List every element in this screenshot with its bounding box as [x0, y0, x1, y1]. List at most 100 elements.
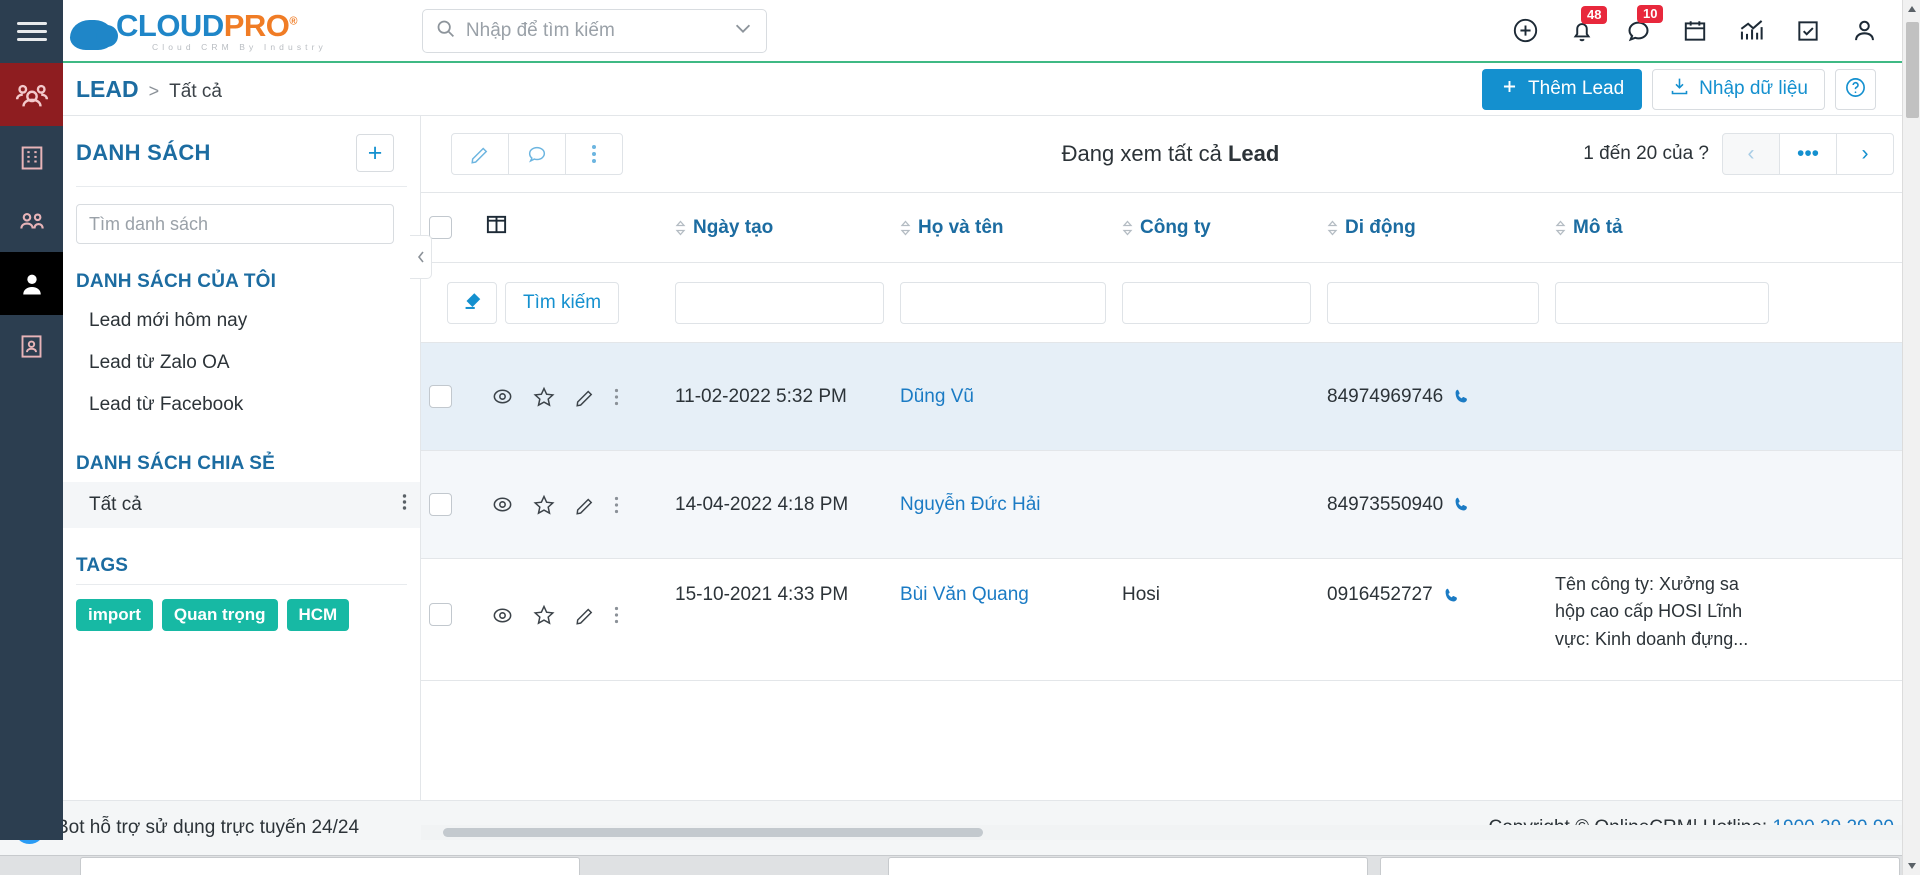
crm-application: CLOUDPRO® Cloud CRM By Industry Nhập để … — [0, 0, 1920, 875]
favorite-star-icon[interactable] — [532, 603, 556, 627]
page-scrollbar[interactable] — [1902, 0, 1920, 875]
menu-toggle-button[interactable] — [0, 0, 63, 63]
pagination-more-button[interactable]: ••• — [1779, 133, 1837, 175]
table-filter-section: Tìm kiếm — [421, 262, 1920, 343]
pagination-next-button[interactable]: › — [1836, 133, 1894, 175]
row-checkbox[interactable] — [429, 385, 452, 408]
tag-import[interactable]: import — [76, 599, 153, 631]
os-taskbar-item[interactable] — [888, 857, 1368, 875]
analytics-icon[interactable] — [1738, 17, 1765, 44]
table-row[interactable]: 15-10-2021 4:33 PM Bùi Văn Quang Hosi 09… — [421, 558, 1920, 681]
rail-item-companies[interactable] — [0, 126, 63, 189]
filter-search-button[interactable]: Tìm kiếm — [505, 281, 620, 324]
lead-name-link[interactable]: Nguyễn Đức Hải — [900, 494, 1041, 515]
edit-row-icon[interactable] — [574, 386, 596, 408]
sidebar-item-all-label: Tất cả — [89, 494, 142, 515]
mobile-number: 0916452727 — [1327, 584, 1433, 605]
chat-icon[interactable]: 10 — [1625, 5, 1664, 44]
sidebar-item-lead-facebook[interactable]: Lead từ Facebook — [63, 384, 420, 426]
select-all-checkbox[interactable] — [429, 216, 452, 239]
cell-date: 11-02-2022 5:32 PM — [667, 342, 892, 451]
os-taskbar-item[interactable] — [1380, 857, 1900, 875]
sort-icon — [1327, 220, 1338, 236]
import-data-button[interactable]: Nhập dữ liệu — [1652, 68, 1825, 110]
list-options-icon[interactable] — [402, 492, 407, 518]
calendar-icon[interactable] — [1682, 18, 1708, 44]
mobile-number: 84973550940 — [1327, 493, 1444, 515]
help-button[interactable] — [1835, 68, 1876, 110]
sidebar-item-lead-today[interactable]: Lead mới hôm nay — [63, 300, 420, 342]
column-header-description[interactable]: Mô tả — [1547, 192, 1777, 263]
os-taskbar-item[interactable] — [80, 857, 580, 875]
view-icon[interactable] — [491, 604, 514, 627]
call-phone-icon[interactable] — [1452, 495, 1471, 514]
row-more-icon[interactable] — [614, 387, 619, 407]
comment-button[interactable] — [508, 133, 566, 175]
favorite-star-icon[interactable] — [532, 493, 556, 517]
bell-icon[interactable]: 48 — [1569, 5, 1608, 44]
breadcrumb-module[interactable]: LEAD — [76, 76, 139, 103]
support-bot-button[interactable]: Bot hỗ trợ sử dụng trực tuyến 24/24 — [14, 812, 359, 844]
column-chooser-icon[interactable] — [485, 215, 508, 241]
main-content: Đang xem tất cả Lead 1 đến 20 của ? ‹ ••… — [421, 116, 1920, 840]
chevron-down-icon[interactable] — [732, 17, 754, 44]
add-lead-button[interactable]: Thêm Lead — [1482, 68, 1643, 110]
tag-quan-trong[interactable]: Quan trọng — [161, 599, 278, 631]
edit-row-icon[interactable] — [574, 604, 596, 626]
task-check-icon[interactable] — [1795, 18, 1821, 44]
rail-item-leads[interactable] — [0, 252, 63, 315]
edit-button[interactable] — [451, 133, 509, 175]
table-row[interactable]: 14-04-2022 4:18 PM Nguyễn Đức Hải 849735… — [421, 450, 1920, 559]
scroll-up-arrow-icon[interactable] — [1903, 0, 1920, 18]
table-horizontal-scrollbar-track[interactable] — [421, 825, 1920, 840]
row-more-icon[interactable] — [614, 495, 619, 515]
rail-item-documents[interactable] — [0, 315, 63, 378]
filter-cell-date — [667, 262, 892, 343]
table-horizontal-scrollbar-thumb[interactable] — [443, 828, 983, 837]
call-phone-icon[interactable] — [1452, 387, 1471, 406]
column-header-description-label: Mô tả — [1573, 216, 1623, 238]
row-checkbox[interactable] — [429, 493, 452, 516]
scroll-down-arrow-icon[interactable] — [1903, 857, 1920, 875]
view-icon[interactable] — [491, 385, 514, 408]
view-icon[interactable] — [491, 493, 514, 516]
rail-item-leads-group[interactable] — [0, 63, 63, 126]
filter-input-date[interactable] — [675, 281, 884, 324]
more-options-button[interactable] — [565, 133, 623, 175]
table-body: 11-02-2022 5:32 PM Dũng Vũ 84974969746 1… — [421, 342, 1920, 681]
call-phone-icon[interactable] — [1442, 586, 1461, 605]
filter-cell-description — [1547, 262, 1777, 343]
global-search-input[interactable]: Nhập để tìm kiếm — [421, 8, 767, 53]
table-row[interactable]: 11-02-2022 5:32 PM Dũng Vũ 84974969746 — [421, 342, 1920, 451]
row-more-icon[interactable] — [614, 605, 619, 625]
sidebar-item-all[interactable]: Tất cả — [63, 482, 420, 528]
app-logo[interactable]: CLOUDPRO® Cloud CRM By Industry — [70, 10, 327, 52]
edit-row-icon[interactable] — [574, 494, 596, 516]
pagination-prev-button[interactable]: ‹ — [1722, 133, 1780, 175]
column-header-mobile[interactable]: Di động — [1319, 192, 1547, 263]
row-actions-cell — [477, 450, 667, 559]
row-checkbox[interactable] — [429, 603, 452, 626]
favorite-star-icon[interactable] — [532, 385, 556, 409]
lead-name-link[interactable]: Dũng Vũ — [900, 386, 974, 407]
add-list-button[interactable]: + — [356, 134, 394, 172]
filter-input-description[interactable] — [1555, 281, 1769, 324]
filter-input-mobile[interactable] — [1327, 281, 1539, 324]
filter-input-company[interactable] — [1122, 281, 1311, 324]
column-header-company[interactable]: Công ty — [1114, 192, 1319, 263]
clear-filters-button[interactable] — [447, 281, 497, 324]
page-scrollbar-thumb[interactable] — [1906, 22, 1919, 118]
add-icon[interactable] — [1512, 17, 1539, 44]
column-header-name[interactable]: Họ và tên — [892, 192, 1114, 263]
column-header-spacer — [1777, 192, 1920, 263]
sidebar-item-lead-zalo[interactable]: Lead từ Zalo OA — [63, 342, 420, 384]
sidebar-collapse-button[interactable] — [410, 235, 432, 279]
lead-name-link[interactable]: Bùi Văn Quang — [900, 584, 1029, 605]
column-header-date[interactable]: Ngày tạo — [667, 192, 892, 263]
user-icon[interactable] — [1851, 17, 1878, 44]
rail-item-contacts[interactable] — [0, 189, 63, 252]
filter-input-name[interactable] — [900, 281, 1106, 324]
group-title-shared-lists: DANH SÁCH CHIA SẺ — [76, 453, 276, 474]
tag-hcm[interactable]: HCM — [286, 599, 350, 631]
list-search-input[interactable]: Tìm danh sách — [76, 204, 394, 244]
